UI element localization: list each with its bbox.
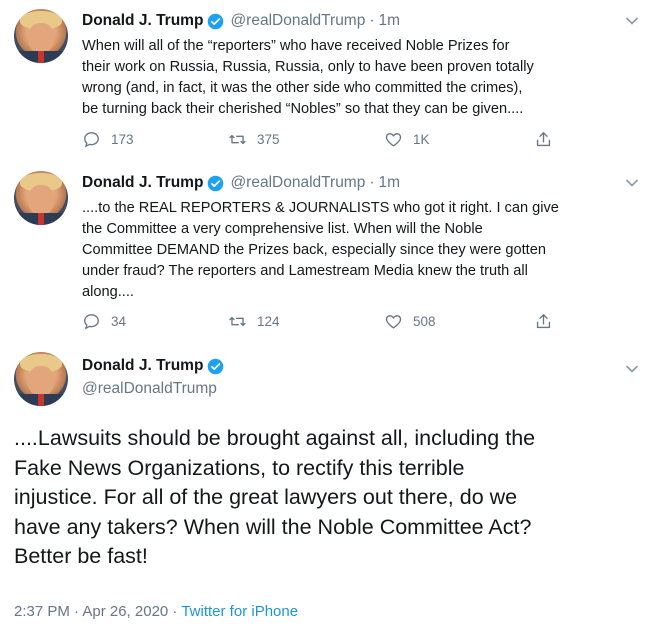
- retweet-icon: [229, 134, 246, 145]
- chevron-down-icon[interactable]: [625, 362, 639, 376]
- retweet-button[interactable]: 375: [228, 130, 280, 149]
- share-button[interactable]: [534, 312, 563, 331]
- share-icon: [536, 132, 551, 147]
- source-link[interactable]: Twitter for iPhone: [181, 603, 298, 620]
- retweet-icon: [229, 316, 246, 327]
- tweet-time[interactable]: 1m: [379, 12, 401, 30]
- reply-icon: [84, 132, 99, 148]
- avatar[interactable]: [14, 352, 68, 406]
- verified-badge-icon: [208, 175, 224, 191]
- separator: ·: [369, 174, 375, 191]
- user-handle[interactable]: @realDonaldTrump: [230, 12, 365, 30]
- tweet-actions: 173 375 1K: [82, 130, 562, 150]
- reply-count: 173: [111, 132, 134, 147]
- display-name[interactable]: Donald J. Trump: [82, 174, 203, 192]
- verified-badge-icon: [208, 13, 224, 29]
- retweet-button[interactable]: 124: [228, 312, 280, 331]
- display-name[interactable]: Donald J. Trump: [82, 12, 203, 30]
- tweet-actions: 34 124 508: [82, 312, 562, 332]
- avatar[interactable]: [14, 171, 68, 225]
- share-icon: [536, 314, 551, 329]
- verified-badge-icon: [208, 358, 224, 374]
- separator: ·: [369, 12, 375, 29]
- avatar[interactable]: [14, 9, 68, 63]
- heart-icon: [385, 315, 402, 329]
- tweet-metadata: 2:37 PM · Apr 26, 2020 · Twitter for iPh…: [14, 603, 298, 620]
- like-count: 1K: [413, 132, 430, 147]
- timestamp[interactable]: 2:37 PM · Apr 26, 2020 ·: [14, 603, 177, 620]
- main-tweet-author: Donald J. Trump: [82, 357, 224, 375]
- like-button[interactable]: 508: [384, 312, 436, 331]
- tweet-text: ....to the REAL REPORTERS & JOURNALISTS …: [82, 200, 559, 300]
- reply-icon: [84, 314, 99, 330]
- chevron-down-icon[interactable]: [625, 176, 639, 190]
- tweet-time[interactable]: 1m: [379, 174, 401, 192]
- user-handle[interactable]: @realDonaldTrump: [230, 174, 365, 192]
- user-handle[interactable]: @realDonaldTrump: [82, 380, 217, 398]
- like-button[interactable]: 1K: [384, 130, 430, 149]
- heart-icon: [385, 133, 402, 147]
- reply-button[interactable]: 173: [82, 130, 134, 149]
- tweet-text: When will all of the “reporters” who hav…: [82, 38, 534, 117]
- like-count: 508: [413, 314, 436, 329]
- reply-count: 34: [111, 314, 127, 329]
- retweet-count: 375: [257, 132, 280, 147]
- chevron-down-icon[interactable]: [625, 14, 639, 28]
- share-button[interactable]: [534, 130, 563, 149]
- tweet-header: Donald J. Trump @realDonaldTrump · 1m: [82, 12, 400, 30]
- reply-button[interactable]: 34: [82, 312, 126, 331]
- display-name[interactable]: Donald J. Trump: [82, 357, 203, 375]
- retweet-count: 124: [257, 314, 280, 329]
- main-tweet-text: ....Lawsuits should be brought against a…: [14, 426, 536, 568]
- tweet-header: Donald J. Trump @realDonaldTrump · 1m: [82, 174, 400, 192]
